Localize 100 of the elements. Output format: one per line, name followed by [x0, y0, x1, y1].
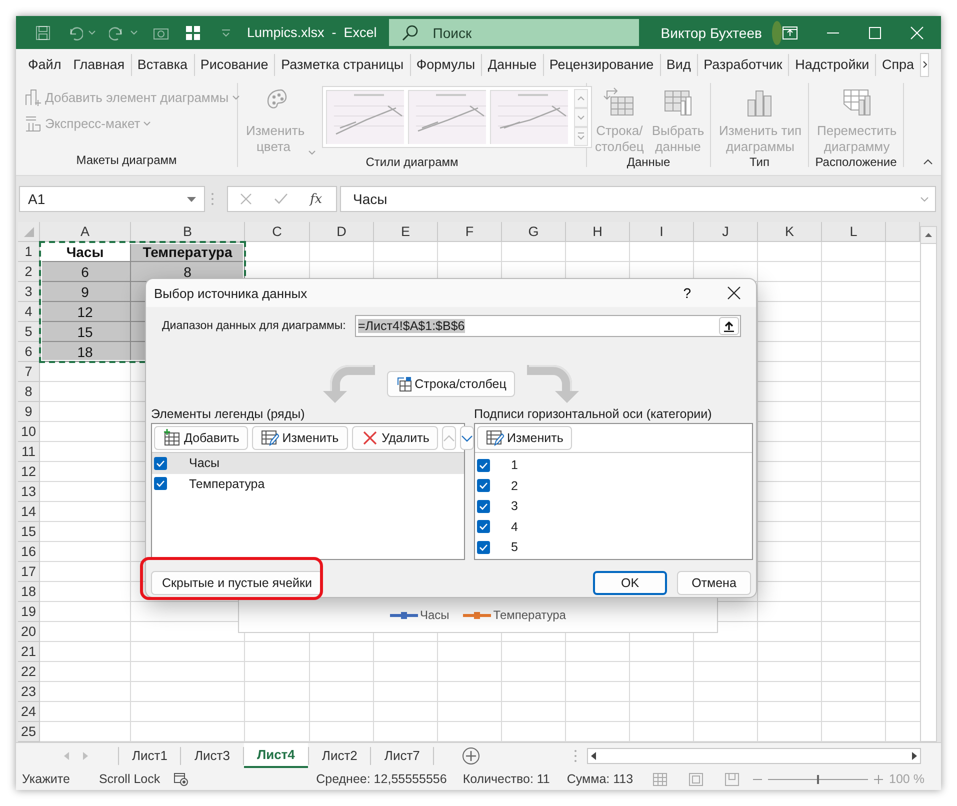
- column-header[interactable]: A: [40, 222, 131, 242]
- search-field[interactable]: Поиск: [388, 19, 639, 46]
- scroll-left-icon[interactable]: [591, 752, 596, 760]
- maximize-icon[interactable]: [868, 26, 882, 40]
- row-header[interactable]: 10: [18, 422, 40, 442]
- edit-button[interactable]: Изменить: [252, 426, 348, 450]
- row-header[interactable]: 14: [18, 502, 40, 522]
- row-header[interactable]: 15: [18, 522, 40, 542]
- ribbon-tab[interactable]: Рисование: [194, 52, 274, 76]
- ribbon-tab[interactable]: Спра: [876, 52, 920, 76]
- checkbox[interactable]: [477, 500, 490, 513]
- column-header[interactable]: D: [310, 222, 374, 242]
- row-header[interactable]: 4: [18, 302, 40, 322]
- switch-row-column-button[interactable]: Строка/столбец: [386, 371, 516, 397]
- ribbon-tab[interactable]: Формулы: [410, 52, 482, 76]
- enter-icon[interactable]: [274, 193, 288, 205]
- list-item[interactable]: 2: [475, 476, 752, 496]
- checkbox[interactable]: [154, 477, 167, 490]
- list-item[interactable]: 3: [475, 496, 752, 516]
- row-header[interactable]: 6: [18, 342, 40, 362]
- cancel-icon[interactable]: [240, 193, 252, 205]
- cancel-button[interactable]: Отмена: [677, 571, 751, 595]
- row-header[interactable]: 16: [18, 542, 40, 562]
- column-header[interactable]: E: [374, 222, 438, 242]
- move-down-button[interactable]: [460, 426, 474, 450]
- grid-icon[interactable]: [184, 24, 200, 40]
- sheet-tab[interactable]: Лист7: [371, 743, 433, 768]
- edit-button[interactable]: Изменить: [477, 426, 572, 450]
- scroll-right-icon[interactable]: [912, 752, 917, 760]
- row-header[interactable]: 7: [18, 362, 40, 382]
- list-item[interactable]: 5: [475, 537, 752, 558]
- row-header[interactable]: 18: [18, 582, 40, 602]
- macro-record-icon[interactable]: [174, 772, 188, 786]
- column-header[interactable]: J: [694, 222, 758, 242]
- add-button[interactable]: Добавить: [154, 426, 248, 450]
- close-icon[interactable]: [727, 286, 741, 300]
- ribbon-tab[interactable]: Надстройки: [789, 52, 876, 76]
- row-header[interactable]: 11: [18, 442, 40, 462]
- formula-field[interactable]: Часы: [340, 186, 936, 212]
- page-layout-icon[interactable]: [689, 772, 704, 786]
- sheet-tab[interactable]: Лист2: [308, 743, 370, 768]
- row-header[interactable]: 8: [18, 382, 40, 402]
- checkbox[interactable]: [477, 520, 490, 534]
- column-header[interactable]: F: [438, 222, 502, 242]
- horizontal-scrollbar[interactable]: [587, 748, 921, 764]
- zoom-in-icon[interactable]: [874, 774, 884, 784]
- row-header[interactable]: 5: [18, 322, 40, 342]
- ribbon-display-icon[interactable]: [782, 26, 798, 40]
- more-icon[interactable]: [574, 748, 577, 762]
- column-header[interactable]: L: [822, 222, 886, 242]
- row-header[interactable]: 19: [18, 602, 40, 622]
- ribbon-tab[interactable]: Главная: [67, 52, 131, 76]
- vertical-scrollbar[interactable]: [920, 226, 937, 742]
- row-header[interactable]: 21: [18, 642, 40, 662]
- range-field[interactable]: =Лист4!$A$1:$B$6: [355, 315, 741, 337]
- ribbon-tab[interactable]: Файл: [22, 52, 68, 76]
- scroll-tabs-button[interactable]: [920, 52, 929, 76]
- insert-function-button[interactable]: fx: [310, 192, 322, 206]
- scroll-up-icon[interactable]: [574, 88, 588, 108]
- row-header[interactable]: 23: [18, 682, 40, 702]
- hidden-cells-button[interactable]: Скрытые и пустые ячейки: [151, 571, 323, 595]
- checkbox[interactable]: [154, 456, 167, 470]
- ribbon-tab[interactable]: Разметка страницы: [275, 52, 410, 76]
- row-header[interactable]: 9: [18, 402, 40, 422]
- expand-gallery-icon[interactable]: [574, 126, 588, 146]
- customize-toolbar-icon[interactable]: [221, 28, 231, 36]
- row-header[interactable]: 1: [18, 242, 40, 262]
- row-header[interactable]: 12: [18, 462, 40, 482]
- row-header[interactable]: 17: [18, 562, 40, 582]
- ok-button[interactable]: OK: [593, 571, 667, 595]
- ribbon-tab[interactable]: Вид: [660, 52, 697, 76]
- previous-sheet-icon[interactable]: [64, 752, 69, 760]
- page-break-icon[interactable]: [725, 772, 740, 786]
- column-header[interactable]: C: [245, 222, 310, 242]
- help-button[interactable]: ?: [683, 285, 691, 301]
- more-icon[interactable]: [210, 192, 214, 206]
- list-item[interactable]: Часы: [152, 453, 464, 474]
- row-header[interactable]: 20: [18, 622, 40, 642]
- scroll-down-icon[interactable]: [574, 108, 588, 126]
- list-item[interactable]: 4: [475, 516, 752, 537]
- ribbon-tab[interactable]: Рецензирование: [543, 52, 660, 76]
- column-header[interactable]: H: [566, 222, 630, 242]
- column-header[interactable]: G: [502, 222, 566, 242]
- column-header[interactable]: K: [758, 222, 822, 242]
- ribbon-tab[interactable]: Данные: [482, 52, 543, 76]
- sheet-tab[interactable]: Лист3: [181, 743, 243, 768]
- row-header[interactable]: 2: [18, 262, 40, 282]
- delete-button[interactable]: Удалить: [352, 426, 438, 450]
- camera-icon[interactable]: [152, 26, 168, 40]
- add-sheet-icon[interactable]: [462, 746, 480, 764]
- column-header[interactable]: B: [131, 222, 245, 242]
- list-item[interactable]: 1: [475, 455, 752, 476]
- sheet-tab[interactable]: Лист1: [119, 743, 180, 768]
- row-header[interactable]: 24: [18, 702, 40, 722]
- checkbox[interactable]: [477, 540, 490, 554]
- row-header[interactable]: 13: [18, 482, 40, 502]
- sheet-tab[interactable]: Лист4: [244, 743, 308, 768]
- collapse-ribbon-icon[interactable]: [923, 159, 933, 165]
- name-box[interactable]: A1: [19, 186, 205, 212]
- row-header[interactable]: 3: [18, 282, 40, 302]
